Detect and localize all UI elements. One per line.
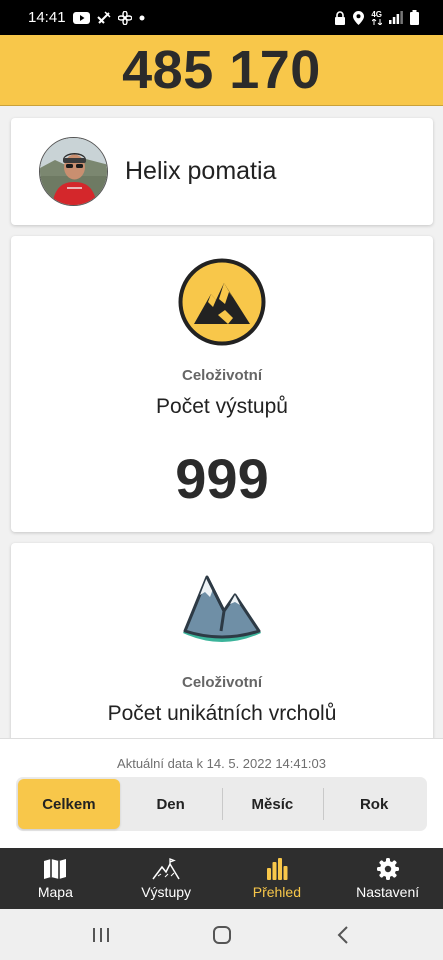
system-navigation-bar — [0, 909, 443, 960]
map-icon — [43, 857, 67, 881]
satellite-icon — [96, 10, 111, 25]
home-icon[interactable] — [202, 920, 242, 950]
period-selector: Celkem Den Měsíc Rok — [16, 777, 427, 831]
stat-subtitle: Celoživotní — [181, 674, 262, 691]
mountain-badge-icon — [178, 258, 266, 351]
period-panel: Aktuální data k 14. 5. 2022 14:41:03 Cel… — [0, 738, 443, 848]
nav-label: Nastavení — [356, 884, 420, 900]
nav-item-mapa[interactable]: Mapa — [0, 848, 111, 909]
gear-icon — [376, 857, 399, 881]
avatar — [39, 137, 108, 206]
nav-label: Přehled — [252, 884, 301, 900]
profile-name: Helix pomatia — [125, 157, 277, 185]
nav-label: Mapa — [37, 884, 73, 900]
bar-chart-icon — [266, 857, 288, 881]
4g-icon: 4G — [371, 9, 382, 25]
total-points: 485 170 — [0, 35, 443, 106]
lock-icon — [334, 10, 346, 25]
stat-title: Počet výstupů — [156, 395, 288, 418]
segment-den[interactable]: Den — [120, 779, 222, 829]
profile-card[interactable]: Helix pomatia — [11, 118, 433, 225]
signal-icon — [389, 11, 403, 24]
summit-icon — [152, 857, 180, 881]
location-icon — [353, 10, 365, 25]
bottom-navigation: Mapa Výstupy Přehled Nastavení — [0, 848, 443, 909]
youtube-icon — [72, 11, 90, 24]
nav-label: Výstupy — [141, 884, 192, 900]
last-updated-text: Aktuální data k 14. 5. 2022 14:41:03 — [117, 756, 326, 771]
network-label: 4G — [371, 9, 382, 19]
stat-card-ascents[interactable]: Celoživotní Počet výstupů 999 — [11, 236, 433, 532]
recents-icon[interactable] — [81, 920, 121, 950]
nav-item-prehled[interactable]: Přehled — [222, 848, 333, 909]
battery-icon — [410, 10, 419, 25]
segment-celkem[interactable]: Celkem — [18, 779, 120, 829]
back-icon[interactable] — [323, 920, 363, 950]
overview-scroll-area[interactable]: Helix pomatia Celoživotní Počet výstupů … — [0, 106, 443, 738]
stat-value: 999 — [175, 447, 269, 510]
mountains-icon — [179, 571, 265, 651]
status-time: 14:41 — [28, 9, 66, 26]
dot-icon — [139, 15, 145, 21]
stat-card-unique-peaks[interactable]: Celoživotní Počet unikátních vrcholů — [11, 543, 433, 738]
stat-subtitle: Celoživotní — [181, 367, 262, 384]
nav-item-vystupy[interactable]: Výstupy — [111, 848, 222, 909]
fan-icon — [117, 10, 132, 25]
nav-item-nastaveni[interactable]: Nastavení — [332, 848, 443, 909]
app-screen: 14:41 4G 485 170 Helix pomatia Celoživot… — [0, 0, 443, 960]
segment-rok[interactable]: Rok — [323, 779, 425, 829]
status-bar: 14:41 4G — [0, 0, 443, 35]
stat-title: Počet unikátních vrcholů — [107, 702, 337, 725]
segment-mesic[interactable]: Měsíc — [221, 779, 324, 829]
